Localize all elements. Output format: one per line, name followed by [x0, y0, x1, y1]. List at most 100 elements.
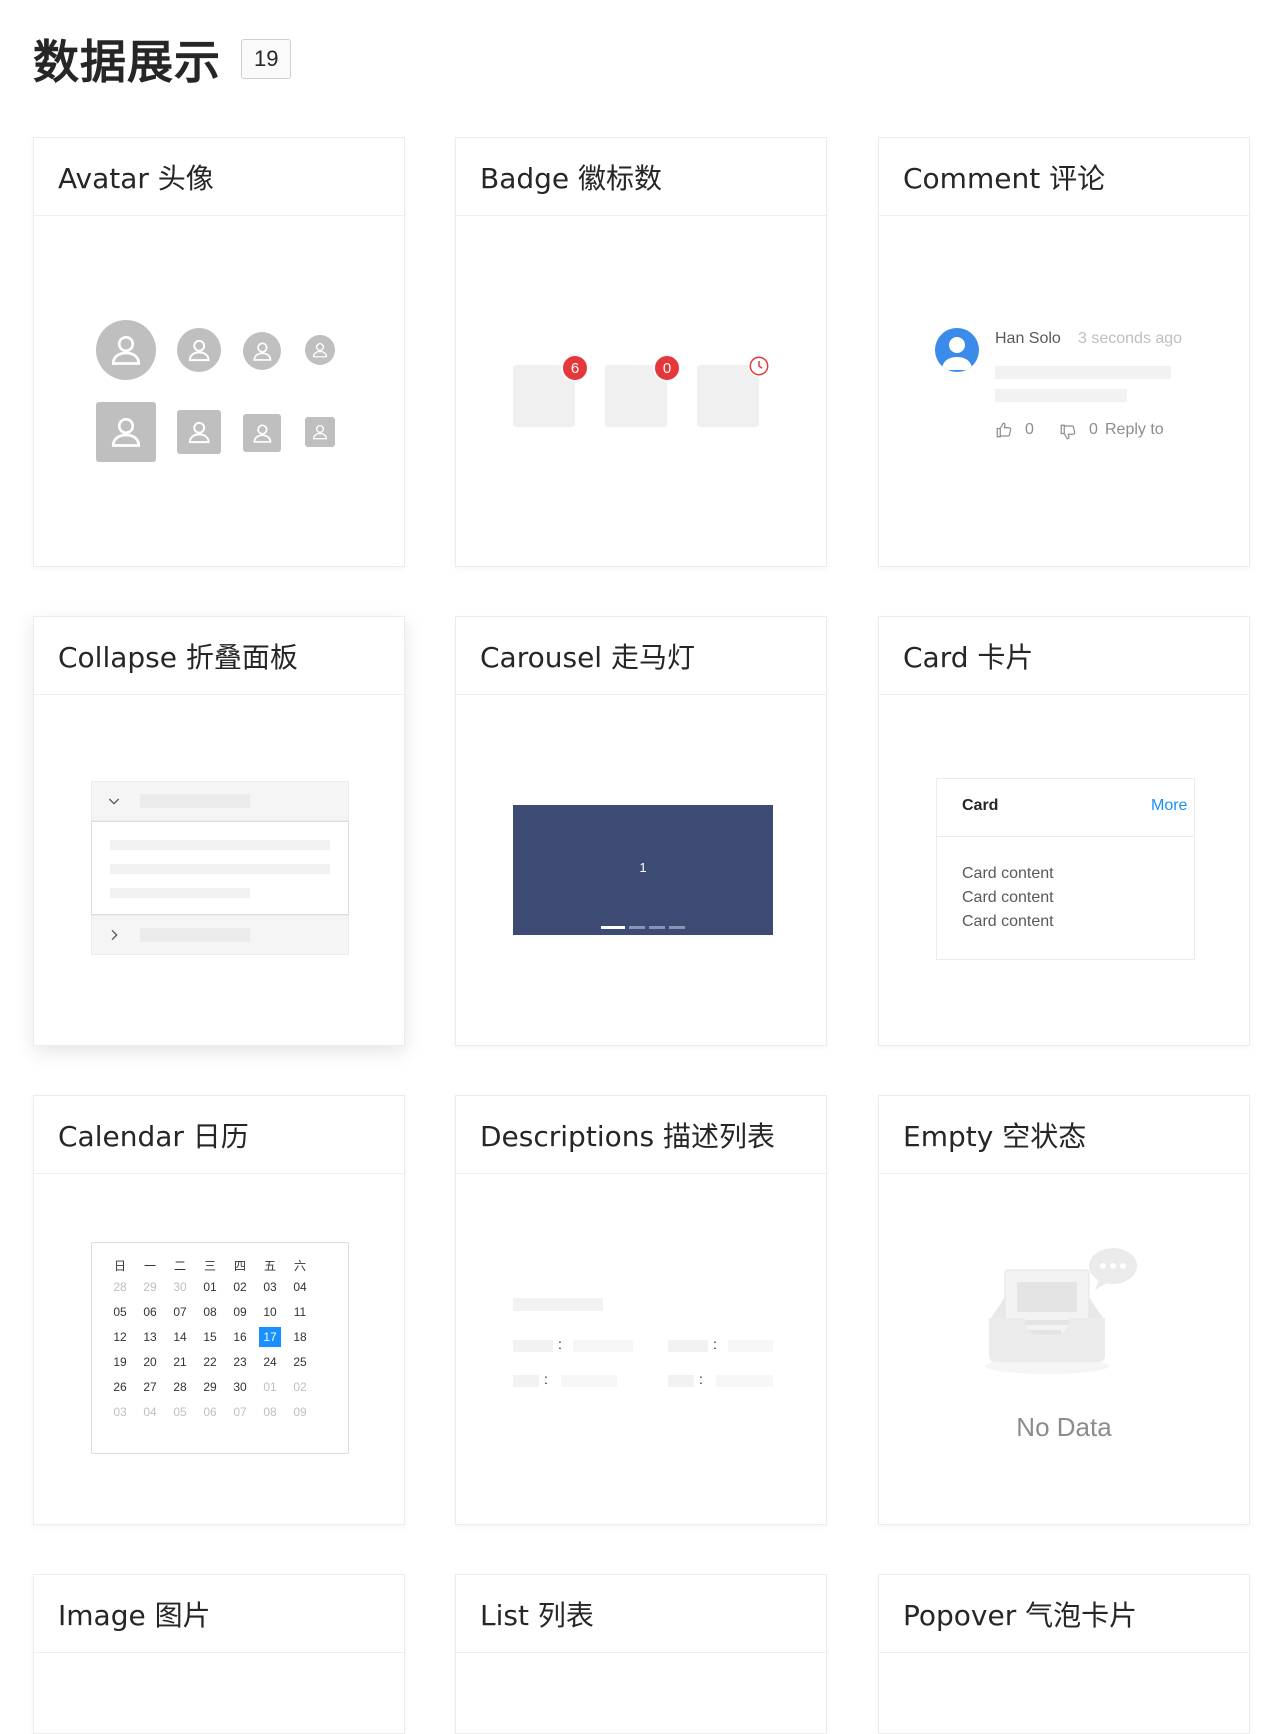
card-image[interactable]: Image 图片	[33, 1574, 405, 1734]
card-content-line: Card content	[962, 889, 1054, 906]
page-title: 数据展示	[33, 35, 221, 89]
slide-number: 1	[639, 860, 647, 875]
demo-card-title: Card	[962, 797, 999, 814]
avatar	[935, 328, 979, 372]
mini-calendar: 日一二三四五六 28 29 30 01 02 03 04 05 06 07 08 09 10 11 12 13 1…	[91, 1242, 349, 1454]
calendar-day[interactable]: 16	[225, 1330, 255, 1344]
calendar-day[interactable]: 14	[165, 1330, 195, 1344]
empty-text: No Data	[1016, 1412, 1112, 1442]
calendar-day[interactable]: 26	[105, 1380, 135, 1394]
carousel-dot[interactable]	[669, 926, 685, 929]
carousel-dot-active[interactable]	[601, 926, 625, 929]
calendar-day[interactable]: 05	[105, 1305, 135, 1319]
calendar-day[interactable]: 09	[225, 1305, 255, 1319]
calendar-day[interactable]: 08	[195, 1305, 225, 1319]
calendar-day[interactable]: 15	[195, 1330, 225, 1344]
content-placeholder	[110, 888, 250, 898]
label-placeholder	[513, 1340, 553, 1352]
label-placeholder	[513, 1375, 539, 1387]
panel-title-placeholder	[140, 794, 250, 808]
chevron-right-icon	[106, 927, 122, 948]
colon: :	[713, 1336, 717, 1352]
calendar-day[interactable]: 01	[255, 1380, 285, 1394]
calendar-day[interactable]: 30	[225, 1380, 255, 1394]
descriptions-preview: : : : :	[456, 1174, 826, 1524]
card-collapse[interactable]: Collapse 折叠面板	[33, 616, 405, 1046]
calendar-day[interactable]: 01	[195, 1280, 225, 1294]
card-avatar[interactable]: Avatar 头像	[33, 137, 405, 567]
calendar-day[interactable]: 23	[225, 1355, 255, 1369]
like-icon[interactable]	[995, 421, 1013, 444]
card-title: Popover 气泡卡片	[879, 1575, 1249, 1653]
clock-icon	[748, 355, 770, 377]
card-badge[interactable]: Badge 徽标数 6 0	[455, 137, 827, 567]
calendar-day[interactable]: 10	[255, 1305, 285, 1319]
badge-count: 0	[653, 354, 681, 382]
component-count-badge: 19	[241, 39, 292, 79]
calendar-day[interactable]: 06	[135, 1305, 165, 1319]
avatar-square-small	[243, 414, 281, 452]
card-popover[interactable]: Popover 气泡卡片	[878, 1574, 1250, 1734]
dislike-count: 0	[1089, 421, 1098, 438]
calendar-day[interactable]: 22	[195, 1355, 225, 1369]
card-comment[interactable]: Comment 评论 Han Solo 3 seconds ago 0 0 Re…	[878, 137, 1250, 567]
card-calendar[interactable]: Calendar 日历 日一二三四五六 28 29 30 01 02 03 04 05 06 07 0…	[33, 1095, 405, 1525]
calendar-day[interactable]: 05	[165, 1405, 195, 1419]
badge-preview: 6 0	[456, 216, 826, 566]
calendar-day[interactable]: 06	[195, 1405, 225, 1419]
calendar-day[interactable]: 18	[285, 1330, 315, 1344]
calendar-day[interactable]: 11	[285, 1305, 315, 1319]
card-title: Badge 徽标数	[456, 138, 826, 216]
calendar-day[interactable]: 09	[285, 1405, 315, 1419]
calendar-weekday: 三	[203, 1259, 216, 1273]
calendar-day[interactable]: 07	[225, 1405, 255, 1419]
carousel-preview: 1	[456, 695, 826, 1045]
calendar-day[interactable]: 04	[135, 1405, 165, 1419]
colon: :	[699, 1371, 703, 1387]
card-card[interactable]: Card 卡片 Card More Card content Card cont…	[878, 616, 1250, 1046]
value-placeholder	[561, 1375, 617, 1387]
calendar-day[interactable]: 30	[165, 1280, 195, 1294]
calendar-day[interactable]: 27	[135, 1380, 165, 1394]
more-link[interactable]: More	[1151, 797, 1187, 815]
card-title: Card 卡片	[879, 617, 1249, 695]
card-descriptions[interactable]: Descriptions 描述列表 : : : :	[455, 1095, 827, 1525]
carousel-dot[interactable]	[629, 926, 645, 929]
calendar-day[interactable]: 12	[105, 1330, 135, 1344]
dislike-icon[interactable]	[1059, 423, 1077, 446]
calendar-day[interactable]: 07	[165, 1305, 195, 1319]
calendar-day[interactable]: 03	[255, 1280, 285, 1294]
card-carousel[interactable]: Carousel 走马灯 1	[455, 616, 827, 1046]
card-empty[interactable]: Empty 空状态 No Data	[878, 1095, 1250, 1525]
carousel-dot[interactable]	[649, 926, 665, 929]
reply-link[interactable]: Reply to	[1105, 421, 1164, 439]
collapse-panel-header	[91, 915, 349, 955]
card-list[interactable]: List 列表	[455, 1574, 827, 1734]
badge-count: 6	[561, 354, 589, 382]
calendar-weekday: 一	[143, 1259, 156, 1273]
calendar-day[interactable]: 24	[255, 1355, 285, 1369]
calendar-day[interactable]: 25	[285, 1355, 315, 1369]
calendar-day[interactable]: 19	[105, 1355, 135, 1369]
chevron-down-icon	[106, 793, 122, 814]
calendar-day[interactable]: 04	[285, 1280, 315, 1294]
calendar-day[interactable]: 21	[165, 1355, 195, 1369]
avatar-square-xsmall	[305, 417, 335, 447]
calendar-day[interactable]: 13	[135, 1330, 165, 1344]
calendar-weekday: 四	[233, 1259, 246, 1273]
collapse-panel-header	[91, 781, 349, 821]
calendar-day[interactable]: 29	[135, 1280, 165, 1294]
calendar-day[interactable]: 28	[165, 1380, 195, 1394]
calendar-preview: 日一二三四五六 28 29 30 01 02 03 04 05 06 07 08 09 10 11 12 13 1…	[34, 1174, 404, 1524]
calendar-day[interactable]: 29	[195, 1380, 225, 1394]
calendar-day[interactable]: 08	[255, 1405, 285, 1419]
calendar-day[interactable]: 03	[105, 1405, 135, 1419]
calendar-day[interactable]: 02	[225, 1280, 255, 1294]
calendar-day[interactable]: 02	[285, 1380, 315, 1394]
card-preview: Card More Card content Card content Card…	[879, 695, 1249, 1045]
calendar-day-selected[interactable]: 17	[259, 1327, 281, 1347]
avatar-square-default	[177, 410, 221, 454]
calendar-day[interactable]: 20	[135, 1355, 165, 1369]
calendar-day[interactable]: 28	[105, 1280, 135, 1294]
comment-preview: Han Solo 3 seconds ago 0 0 Reply to	[879, 216, 1249, 566]
